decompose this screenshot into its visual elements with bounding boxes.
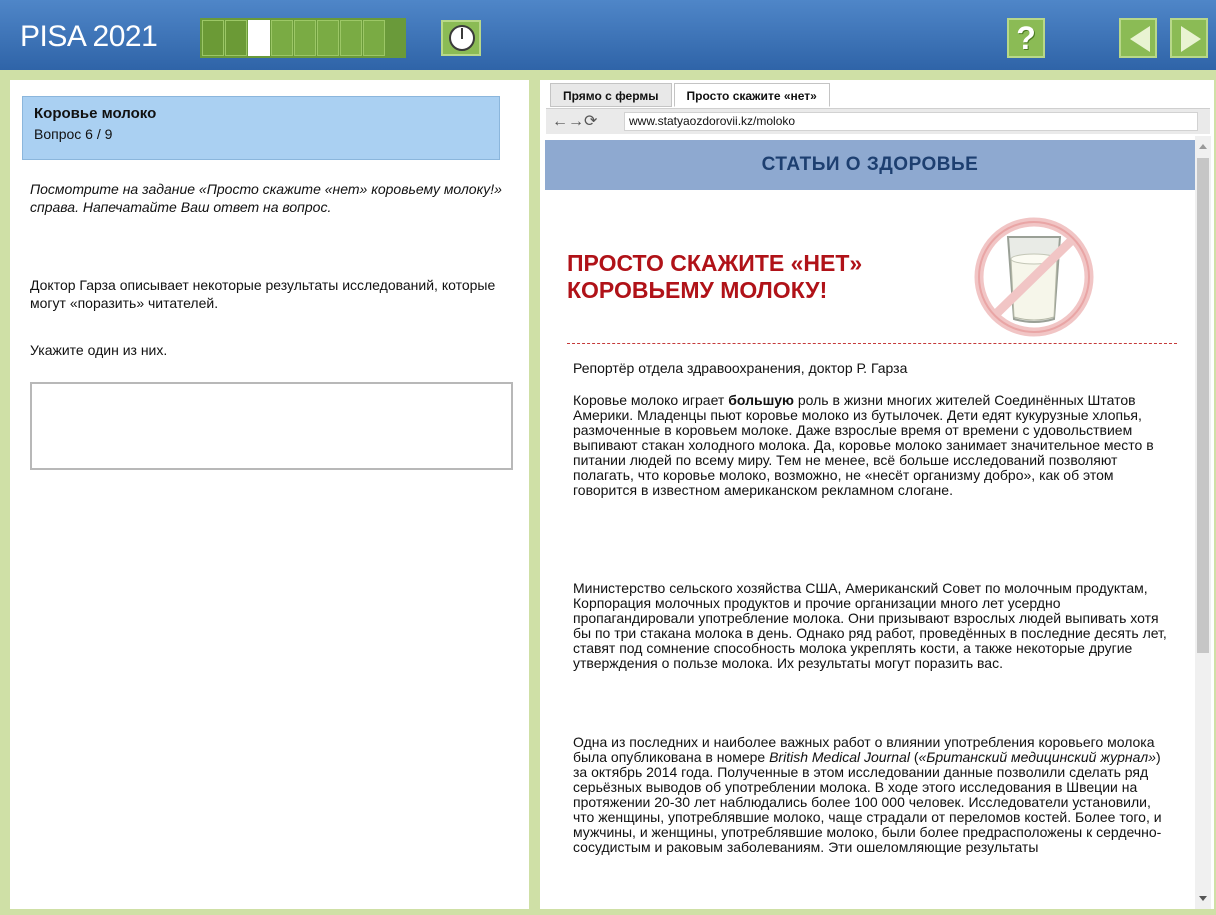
stimulus-panel: Прямо с фермы Просто скажите «нет» ←→⟳ w… [540,80,1214,909]
headline-divider [567,343,1177,344]
question-number: Вопрос 6 / 9 [34,126,113,142]
previous-button[interactable] [1119,18,1157,58]
article-headline: ПРОСТО СКАЖИТЕ «НЕТ» КОРОВЬЕМУ МОЛОКУ! [567,250,863,303]
url-field: www.statyaozdorovii.kz/moloko [624,112,1198,131]
tab-prosto-skazhite-net[interactable]: Просто скажите «нет» [673,83,830,107]
scroll-thumb[interactable] [1197,158,1209,653]
web-page-view: СТАТЬИ О ЗДОРОВЬЕ ПРОСТО СКАЖИТЕ «НЕТ» К… [545,136,1211,909]
article-paragraph-1: Коровье молоко играет большую роль в жиз… [573,392,1154,498]
question-mark-icon: ? [1016,20,1036,56]
app-title: PISA 2021 [20,20,158,53]
progress-segment [363,20,385,56]
browser-nav-icons: ←→⟳ [552,113,598,130]
clock-hand [461,28,463,39]
address-bar: ←→⟳ www.statyaozdorovii.kz/moloko [546,108,1210,134]
unit-title: Коровье молоко [34,105,157,122]
scroll-down-icon[interactable] [1199,896,1207,901]
progress-segment [294,20,316,56]
site-header: СТАТЬИ О ЗДОРОВЬЕ [545,140,1195,190]
question-prompt: Укажите один из них. [30,342,168,358]
progress-segment [271,20,293,56]
page-scrollbar[interactable] [1195,136,1211,909]
help-button[interactable]: ? [1007,18,1045,58]
arrow-left-icon [1130,26,1150,52]
browser-tabs: Прямо с фермы Просто скажите «нет» [550,83,832,107]
progress-segment-current [248,20,270,56]
no-milk-icon [974,217,1094,337]
progress-segment [340,20,362,56]
answer-input[interactable] [30,382,513,470]
progress-segment [225,20,247,56]
tab-pryamo-s-fermy[interactable]: Прямо с фермы [550,83,672,107]
question-header: Коровье молоко Вопрос 6 / 9 [22,96,500,160]
instruction-text: Посмотрите на задание «Просто скажите «н… [30,181,502,215]
article-paragraph-2: Министерство сельского хозяйства США, Ам… [573,580,1167,671]
scroll-up-icon[interactable] [1199,144,1207,149]
article-byline: Репортёр отдела здравоохранения, доктор … [573,360,908,376]
article-paragraph-3: Одна из последних и наиболее важных рабо… [573,734,1162,855]
question-text: Доктор Гарза описывает некоторые результ… [30,277,496,311]
arrow-right-icon [1181,26,1201,52]
progress-segment [317,20,339,56]
timer-button[interactable] [441,20,481,56]
next-button[interactable] [1170,18,1208,58]
progress-segment [202,20,224,56]
question-progress [200,18,406,58]
question-panel: Коровье молоко Вопрос 6 / 9 Посмотрите н… [10,80,529,909]
top-bar: PISA 2021 ? [0,0,1216,70]
